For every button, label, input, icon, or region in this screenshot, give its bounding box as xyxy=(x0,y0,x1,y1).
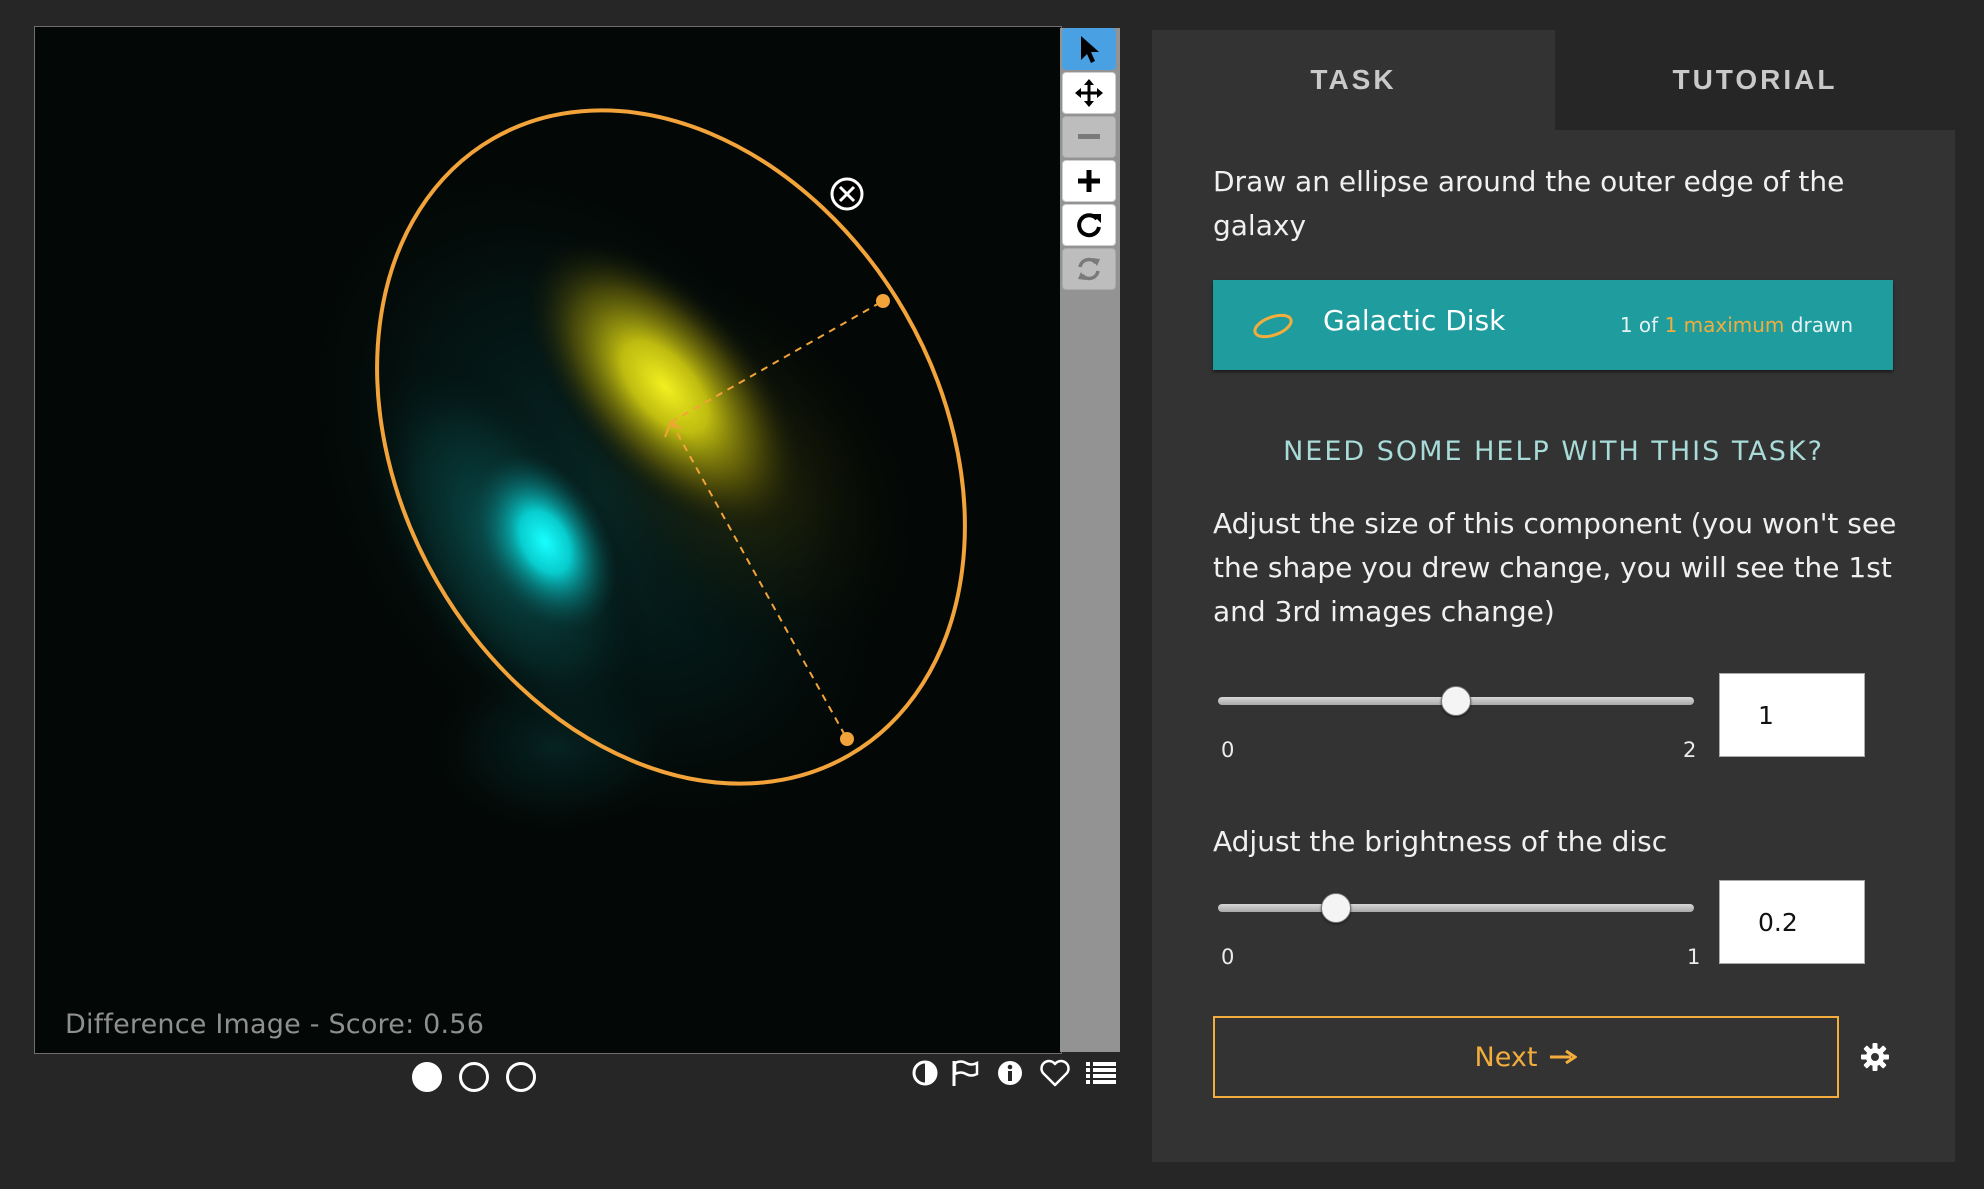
size-slider-min: 0 xyxy=(1221,738,1235,762)
zoom-out-icon xyxy=(1078,134,1100,139)
frame-dot-1[interactable] xyxy=(412,1062,442,1092)
brightness-slider-max: 1 xyxy=(1687,945,1701,969)
heart-icon xyxy=(1040,1059,1070,1087)
size-slider-thumb[interactable] xyxy=(1441,686,1471,716)
next-label: Next xyxy=(1474,1041,1538,1073)
size-value-input[interactable] xyxy=(1719,673,1865,757)
info-button[interactable] xyxy=(992,1055,1028,1091)
pointer-tool-button[interactable] xyxy=(1062,28,1116,70)
rotate-button[interactable] xyxy=(1062,204,1116,246)
arrow-right-icon xyxy=(1550,1049,1578,1065)
collections-button[interactable] xyxy=(1083,1055,1119,1091)
size-slider-max: 2 xyxy=(1683,738,1697,762)
brightness-slider-min: 0 xyxy=(1221,945,1235,969)
radius-handle-2[interactable] xyxy=(840,732,854,746)
rotate-icon xyxy=(1077,213,1101,238)
brightness-value-input[interactable] xyxy=(1719,880,1865,964)
invert-button[interactable] xyxy=(907,1055,943,1091)
delete-mark-icon[interactable] xyxy=(830,177,864,211)
task-instruction: Draw an ellipse around the outer edge of… xyxy=(1213,165,1845,242)
brightness-slider[interactable] xyxy=(1218,904,1694,912)
zoom-in-button[interactable] xyxy=(1062,160,1116,202)
next-button[interactable]: Next xyxy=(1213,1016,1839,1098)
tab-task[interactable]: TASK xyxy=(1152,30,1555,130)
viewer-toolbar xyxy=(1060,28,1120,1052)
help-link[interactable]: NEED SOME HELP WITH THIS TASK? xyxy=(1152,436,1955,467)
image-caption: Difference Image - Score: 0.56 xyxy=(65,1009,485,1040)
move-tool-button[interactable] xyxy=(1062,72,1116,114)
task-panel: TASK TUTORIAL Draw an ellipse around the… xyxy=(1152,30,1955,1162)
flag-button[interactable] xyxy=(947,1055,983,1091)
favorite-button[interactable] xyxy=(1037,1055,1073,1091)
move-icon xyxy=(1075,79,1103,107)
brightness-question: Adjust the brightness of the disc xyxy=(1213,825,1668,858)
radius-handle-1[interactable] xyxy=(876,294,890,308)
reset-button[interactable] xyxy=(1062,248,1116,290)
galactic-disk-tool[interactable]: Galactic Disk 1 of 1 maximum drawn xyxy=(1213,280,1893,370)
tool-label: Galactic Disk xyxy=(1323,304,1506,337)
list-icon xyxy=(1086,1062,1116,1084)
brightness-slider-thumb[interactable] xyxy=(1321,893,1351,923)
flag-icon xyxy=(952,1060,979,1086)
tool-count: 1 of 1 maximum drawn xyxy=(1619,313,1853,337)
info-icon xyxy=(998,1061,1022,1085)
ellipse-tool-icon xyxy=(1253,313,1293,339)
frame-dot-3[interactable] xyxy=(506,1062,536,1092)
invert-icon xyxy=(912,1060,938,1086)
size-question: Adjust the size of this component (you w… xyxy=(1213,507,1897,628)
gear-icon[interactable] xyxy=(1860,1042,1890,1072)
tab-tutorial[interactable]: TUTORIAL xyxy=(1555,30,1955,130)
frame-dot-2[interactable] xyxy=(459,1062,489,1092)
reset-icon xyxy=(1078,257,1100,281)
zoom-out-button[interactable] xyxy=(1062,116,1116,158)
subject-viewer[interactable]: Difference Image - Score: 0.56 xyxy=(34,26,1062,1054)
pointer-icon xyxy=(1081,36,1099,63)
galaxy-image[interactable] xyxy=(35,27,1061,1053)
zoom-in-icon xyxy=(1078,170,1100,192)
